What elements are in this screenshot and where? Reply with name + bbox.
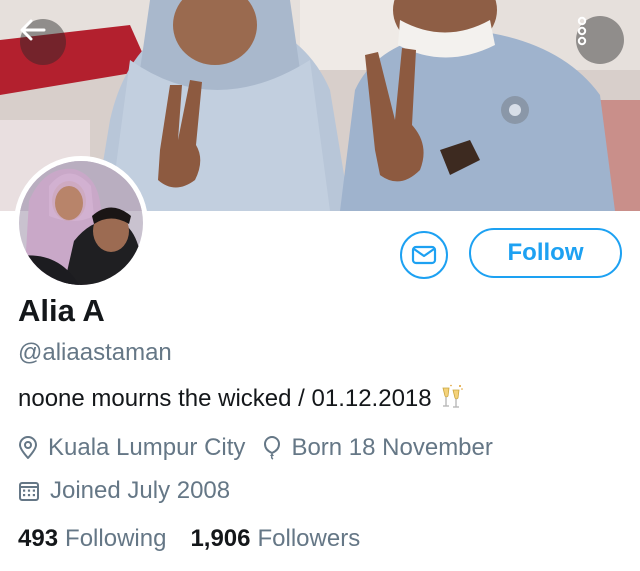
calendar-icon xyxy=(18,480,40,502)
profile-location-text: Kuala Lumpur City xyxy=(48,434,246,461)
profile-joined-text: Joined July 2008 xyxy=(50,477,231,504)
back-button[interactable] xyxy=(20,19,66,65)
following-link[interactable]: 493 Following xyxy=(18,524,166,554)
avatar-photo xyxy=(19,161,143,285)
profile-birthday-text: Born 18 November xyxy=(291,434,493,461)
followers-count: 1,906 xyxy=(190,525,251,552)
champagne-glasses-icon xyxy=(440,384,464,418)
location-pin-icon xyxy=(18,436,38,460)
followers-label: Followers xyxy=(257,525,361,552)
envelope-icon xyxy=(411,245,437,265)
profile-handle: @aliaastaman xyxy=(18,339,172,366)
following-count: 493 xyxy=(18,525,59,552)
profile-birthday: Born 18 November xyxy=(263,433,493,463)
profile-name: Alia A xyxy=(18,293,105,328)
message-button[interactable] xyxy=(400,231,448,279)
profile-joined: Joined July 2008 xyxy=(18,476,230,506)
profile-bio: noone mourns the wicked / 01.12.2018 xyxy=(18,384,464,418)
profile-stats: 493 Following 1,906 Followers xyxy=(18,524,360,554)
profile-avatar[interactable] xyxy=(14,156,148,290)
follow-button-label: Follow xyxy=(507,239,584,266)
more-options-button[interactable] xyxy=(576,16,624,64)
profile-location: Kuala Lumpur City xyxy=(18,433,245,463)
follow-button[interactable]: Follow xyxy=(469,228,622,278)
profile-meta-row: Kuala Lumpur City Born 18 November xyxy=(18,433,493,463)
profile-bio-text: noone mourns the wicked / 01.12.2018 xyxy=(18,385,432,412)
arrow-left-icon xyxy=(20,19,46,41)
followers-link[interactable]: 1,906 Followers xyxy=(190,524,360,554)
following-label: Following xyxy=(65,525,167,552)
balloon-icon xyxy=(263,436,281,460)
more-vertical-icon xyxy=(577,16,587,46)
